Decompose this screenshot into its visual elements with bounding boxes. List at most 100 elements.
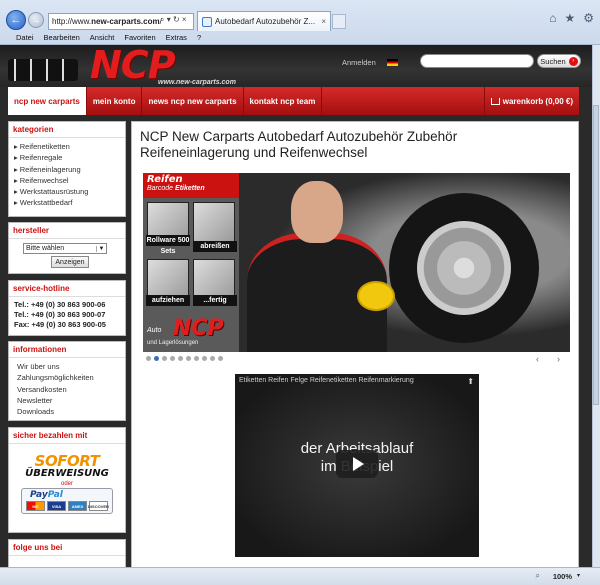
slider-dot[interactable]: [218, 356, 223, 361]
tab-close-icon[interactable]: ×: [321, 17, 326, 26]
video-title[interactable]: Etiketten Reifen Felge Reifenetiketten R…: [239, 377, 414, 384]
hotline-box: service-hotline Tel.: +49 (0) 30 863 900…: [8, 280, 126, 336]
hotline-title: service-hotline: [9, 281, 125, 297]
category-label[interactable]: Reifenregale: [20, 153, 63, 162]
payment-or: oder: [60, 481, 73, 487]
home-icon[interactable]: ⌂: [549, 11, 556, 25]
slider-dot[interactable]: [210, 356, 215, 361]
logo-url: www.new-carparts.com: [158, 79, 236, 86]
payment-title: sicher bezahlen mit: [9, 428, 125, 444]
menu-view[interactable]: Ansicht: [90, 33, 115, 45]
address-tools[interactable]: ⌕ ▾ ↻ ×: [160, 15, 187, 25]
category-label[interactable]: Reifenetiketten: [20, 142, 70, 151]
settings-icon[interactable]: ⚙: [583, 11, 594, 25]
category-item[interactable]: ▸ Reifenregale: [14, 152, 120, 163]
follow-title: folge uns bei: [9, 540, 125, 556]
slider-dot[interactable]: [154, 356, 159, 361]
slider-dot[interactable]: [194, 356, 199, 361]
category-item[interactable]: ▸ Werkstattausrüstung: [14, 186, 120, 197]
back-button[interactable]: ←: [6, 10, 26, 30]
favorites-icon[interactable]: ★: [564, 11, 575, 25]
information-title: informationen: [9, 342, 125, 358]
paypal-logo[interactable]: PayPal MC VISA AMEX DISCOVER: [21, 488, 113, 514]
follow-box: folge uns bei: [8, 539, 126, 567]
category-label[interactable]: Werkstattausrüstung: [20, 187, 89, 196]
zoom-dropdown-icon[interactable]: ▾: [577, 572, 580, 579]
hotline-phone-1: Tel.: +49 (0) 30 863 900-06: [14, 300, 106, 309]
slider-prev-icon[interactable]: ‹: [536, 354, 539, 364]
categories-title: kategorien: [9, 122, 125, 138]
slider-dot[interactable]: [146, 356, 151, 361]
menu-help[interactable]: ?: [197, 33, 201, 45]
panel-auto: Auto: [147, 327, 162, 334]
bullet-icon: ▸: [14, 142, 18, 151]
info-link[interactable]: Zahlungsmöglichkeiten: [14, 372, 120, 383]
menu-file[interactable]: Datei: [16, 33, 34, 45]
bullet-icon: ▸: [14, 175, 18, 185]
image-slider[interactable]: Reifen Barcode Etiketten Rollware 500 Se…: [143, 173, 570, 352]
label-roll-image: [357, 281, 395, 311]
video-player[interactable]: Etiketten Reifen Felge Reifenetiketten R…: [235, 374, 479, 557]
slider-dot[interactable]: [178, 356, 183, 361]
paypal-word-a: Pay: [30, 490, 48, 500]
slider-dot[interactable]: [170, 356, 175, 361]
caption-rollware: Rollware 500 Sets: [146, 235, 190, 255]
category-label[interactable]: Reifeneinlagerung: [20, 165, 81, 174]
nav-cart[interactable]: warenkorb (0,00 €): [483, 87, 579, 115]
menu-tools[interactable]: Extras: [166, 33, 187, 45]
page-title: NCP New Carparts Autobedarf Autozubehör …: [140, 129, 458, 160]
zoom-icon[interactable]: ⌕: [536, 571, 540, 581]
category-item[interactable]: ▸ Reifenwechsel: [14, 175, 120, 186]
panel-subtitle: und Lagerlösungen: [147, 340, 199, 346]
search-input[interactable]: [420, 54, 534, 68]
menu-edit[interactable]: Bearbeiten: [44, 33, 80, 45]
browser-icons: ⌂ ★ ⚙: [549, 11, 594, 25]
new-tab-button[interactable]: [332, 14, 346, 29]
zoom-level[interactable]: 100%: [553, 572, 572, 581]
search-go-icon: ›: [568, 56, 578, 66]
forward-button[interactable]: →: [28, 12, 44, 28]
category-label[interactable]: Werkstattbedarf: [20, 198, 73, 207]
show-button[interactable]: Anzeigen: [51, 256, 89, 268]
manufacturer-select[interactable]: Bitte wählen ▼: [23, 243, 107, 254]
bullet-icon: ▸: [14, 164, 18, 174]
info-link[interactable]: Newsletter: [14, 395, 120, 406]
share-icon[interactable]: ⬆: [467, 377, 474, 386]
german-flag-icon[interactable]: [387, 59, 398, 66]
slider-dot[interactable]: [202, 356, 207, 361]
category-item[interactable]: ▸ Werkstattbedarf: [14, 197, 120, 208]
scrollbar-thumb[interactable]: [593, 105, 599, 405]
slider-dot[interactable]: [162, 356, 167, 361]
site-logo[interactable]: NCP www.new-carparts.com: [8, 45, 278, 87]
tear-off-image: [193, 202, 235, 244]
browser-tab[interactable]: Autobedarf Autozubehör Z... ×: [197, 11, 331, 31]
search-button[interactable]: Suchen ›: [537, 54, 581, 68]
mastercard-icon: MC: [26, 501, 45, 511]
info-link[interactable]: Versandkosten: [14, 384, 120, 395]
url-host: new-carparts.com: [91, 17, 160, 26]
nav-home[interactable]: ncp new carparts: [8, 87, 87, 115]
category-item[interactable]: ▸ Reifeneinlagerung: [14, 164, 120, 175]
sofort-logo[interactable]: SOFORT ÜBERWEISUNG: [22, 452, 112, 480]
sofort-word: SOFORT: [34, 452, 100, 470]
slider-dot[interactable]: [186, 356, 191, 361]
ueberweisung-word: ÜBERWEISUNG: [25, 468, 109, 479]
category-item[interactable]: ▸ Reifenetiketten: [14, 141, 120, 152]
info-link[interactable]: Downloads: [14, 406, 120, 417]
nav-news[interactable]: news ncp new carparts: [142, 87, 244, 115]
slider-next-icon[interactable]: ›: [557, 354, 560, 364]
web-page: NCP www.new-carparts.com Anmelden Suchen…: [0, 45, 592, 567]
slide-photo: [239, 173, 570, 352]
cart-label: warenkorb (0,00 €): [502, 96, 573, 106]
info-link[interactable]: Wir über uns: [14, 361, 120, 372]
slider-pagination: [146, 356, 223, 361]
login-link[interactable]: Anmelden: [342, 58, 376, 67]
vertical-scrollbar[interactable]: [592, 45, 600, 567]
menu-favorites[interactable]: Favoriten: [124, 33, 155, 45]
nav-my-account[interactable]: mein konto: [87, 87, 143, 115]
search-button-label: Suchen: [540, 56, 566, 66]
forward-arrow-icon: →: [31, 15, 41, 25]
play-button[interactable]: [336, 450, 378, 478]
nav-contact[interactable]: kontakt ncp team: [244, 87, 323, 115]
category-label[interactable]: Reifenwechsel: [20, 176, 69, 185]
